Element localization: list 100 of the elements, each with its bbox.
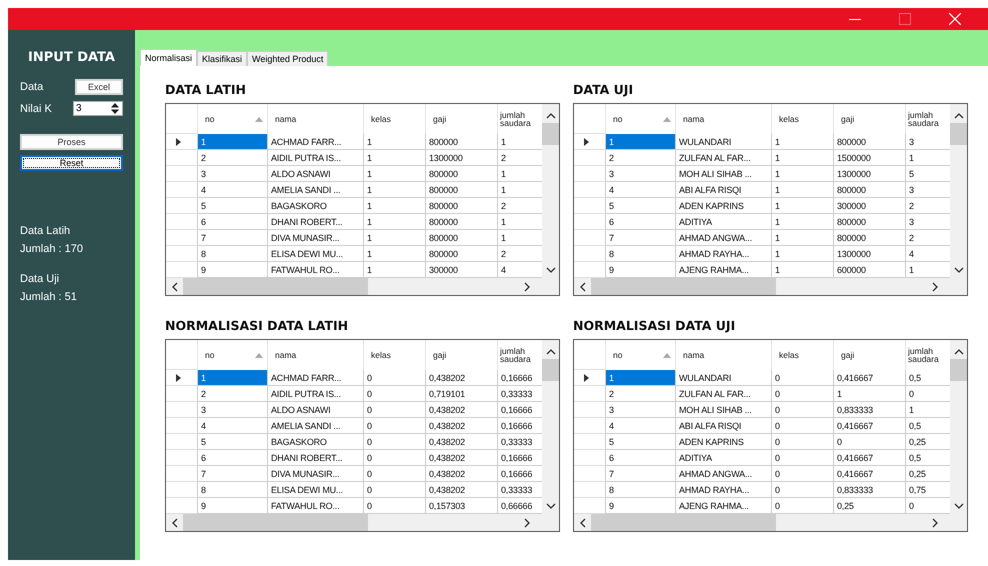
row-header-corner — [574, 340, 606, 370]
table-cell: 800000 — [834, 230, 906, 246]
table-cell: 1300000 — [834, 246, 906, 262]
table-cell: 0,416667 — [834, 466, 906, 482]
table-cell: ACHMAD FARR... — [268, 370, 364, 386]
column-header[interactable]: nama — [676, 104, 772, 134]
scroll-up-icon[interactable] — [954, 348, 964, 355]
column-header[interactable]: nama — [268, 340, 364, 370]
scroll-down-icon[interactable] — [954, 267, 964, 274]
table-cell: 5 — [198, 434, 268, 450]
table-cell: 1 — [834, 386, 906, 402]
column-header[interactable]: jumlah saudara — [906, 340, 950, 370]
column-header[interactable]: nama — [268, 104, 364, 134]
table-cell: 7 — [198, 230, 268, 246]
column-header[interactable]: kelas — [772, 104, 834, 134]
scroll-up-icon[interactable] — [954, 112, 964, 119]
table-cell: 0 — [772, 450, 834, 466]
vertical-scrollbar[interactable] — [950, 340, 967, 514]
stat-title: Data Uji — [20, 273, 60, 285]
vertical-scrollbar[interactable] — [950, 104, 967, 278]
tab[interactable]: Weighted Product — [247, 51, 328, 66]
scrollbar-thumb[interactable] — [950, 359, 967, 381]
table-cell: 8 — [606, 482, 676, 498]
column-header[interactable]: gaji — [834, 340, 906, 370]
table-cell: 7 — [606, 230, 676, 246]
scroll-left-icon[interactable] — [171, 518, 178, 528]
scrollbar-thumb[interactable] — [183, 278, 368, 295]
table-cell: DHANI ROBERT... — [268, 214, 364, 230]
table-cell: 800000 — [426, 198, 498, 214]
table-cell: 1 — [198, 134, 268, 150]
current-row-icon — [584, 138, 589, 146]
horizontal-scrollbar[interactable] — [166, 278, 559, 295]
column-header[interactable]: gaji — [426, 104, 498, 134]
table-cell: AHMAD RAYHA... — [676, 482, 772, 498]
table-cell: 0,438202 — [426, 402, 498, 418]
section-title: DATA LATIH — [165, 82, 247, 97]
scroll-right-icon[interactable] — [932, 282, 939, 292]
tab[interactable]: Klasifikasi — [197, 51, 248, 66]
scrollbar-thumb[interactable] — [591, 278, 776, 295]
table-cell: 0 — [364, 482, 426, 498]
vertical-scrollbar[interactable] — [542, 104, 559, 278]
column-header[interactable]: jumlah saudara — [498, 340, 542, 370]
table-cell: 1500000 — [834, 150, 906, 166]
scroll-right-icon[interactable] — [932, 518, 939, 528]
horizontal-scrollbar[interactable] — [574, 278, 967, 295]
table-cell: 0 — [364, 386, 426, 402]
section-title: NORMALISASI DATA UJI — [573, 318, 736, 333]
vertical-scrollbar[interactable] — [542, 340, 559, 514]
tab[interactable]: Normalisasi — [140, 49, 198, 66]
table-cell: 0 — [364, 466, 426, 482]
scrollbar-thumb[interactable] — [183, 514, 368, 531]
k-spinner[interactable]: 3 — [73, 101, 123, 116]
column-header[interactable]: kelas — [772, 340, 834, 370]
scroll-down-icon[interactable] — [954, 503, 964, 510]
close-icon — [949, 13, 961, 25]
table-cell: 800000 — [834, 134, 906, 150]
column-header[interactable]: nama — [676, 340, 772, 370]
table-cell: AIDIL PUTRA IS... — [268, 150, 364, 166]
horizontal-scrollbar[interactable] — [574, 514, 967, 531]
column-header[interactable]: jumlah saudara — [498, 104, 542, 134]
column-header[interactable]: gaji — [426, 340, 498, 370]
process-button[interactable]: Proses — [20, 134, 123, 150]
scrollbar-thumb[interactable] — [542, 123, 559, 145]
spinner-arrows-icon[interactable] — [110, 102, 120, 115]
table-cell: ZULFAN AL FAR... — [676, 150, 772, 166]
scroll-right-icon[interactable] — [524, 282, 531, 292]
column-header[interactable]: gaji — [834, 104, 906, 134]
table-cell: 0,438202 — [426, 418, 498, 434]
scroll-left-icon[interactable] — [171, 282, 178, 292]
table-cell: 1 — [364, 182, 426, 198]
scroll-left-icon[interactable] — [579, 282, 586, 292]
table-cell: 0 — [364, 450, 426, 466]
scroll-left-icon[interactable] — [579, 518, 586, 528]
scroll-up-icon[interactable] — [546, 348, 556, 355]
table-cell: 0 — [364, 370, 426, 386]
table-cell: 3 — [606, 402, 676, 418]
column-header[interactable]: jumlah saudara — [906, 104, 950, 134]
scrollbar-thumb[interactable] — [950, 123, 967, 145]
table-cell: 0,438202 — [426, 450, 498, 466]
scroll-down-icon[interactable] — [546, 503, 556, 510]
table-cell: 0 — [834, 434, 906, 450]
table-cell: 800000 — [426, 230, 498, 246]
scroll-right-icon[interactable] — [524, 518, 531, 528]
reset-button[interactable]: Reset — [20, 155, 123, 171]
table-cell: 1 — [772, 230, 834, 246]
data-label: Data — [20, 81, 44, 93]
horizontal-scrollbar[interactable] — [166, 514, 559, 531]
scroll-up-icon[interactable] — [546, 112, 556, 119]
column-header[interactable]: kelas — [364, 340, 426, 370]
excel-button[interactable]: Excel — [75, 79, 123, 95]
table-cell: 3 — [198, 402, 268, 418]
scroll-down-icon[interactable] — [546, 267, 556, 274]
table-cell: BAGASKORO — [268, 198, 364, 214]
table-cell: 0 — [364, 402, 426, 418]
table-cell: 0,438202 — [426, 466, 498, 482]
scrollbar-thumb[interactable] — [591, 514, 776, 531]
table-cell: 0 — [772, 418, 834, 434]
scrollbar-thumb[interactable] — [542, 359, 559, 381]
column-header[interactable]: kelas — [364, 104, 426, 134]
current-row-icon — [584, 374, 589, 382]
